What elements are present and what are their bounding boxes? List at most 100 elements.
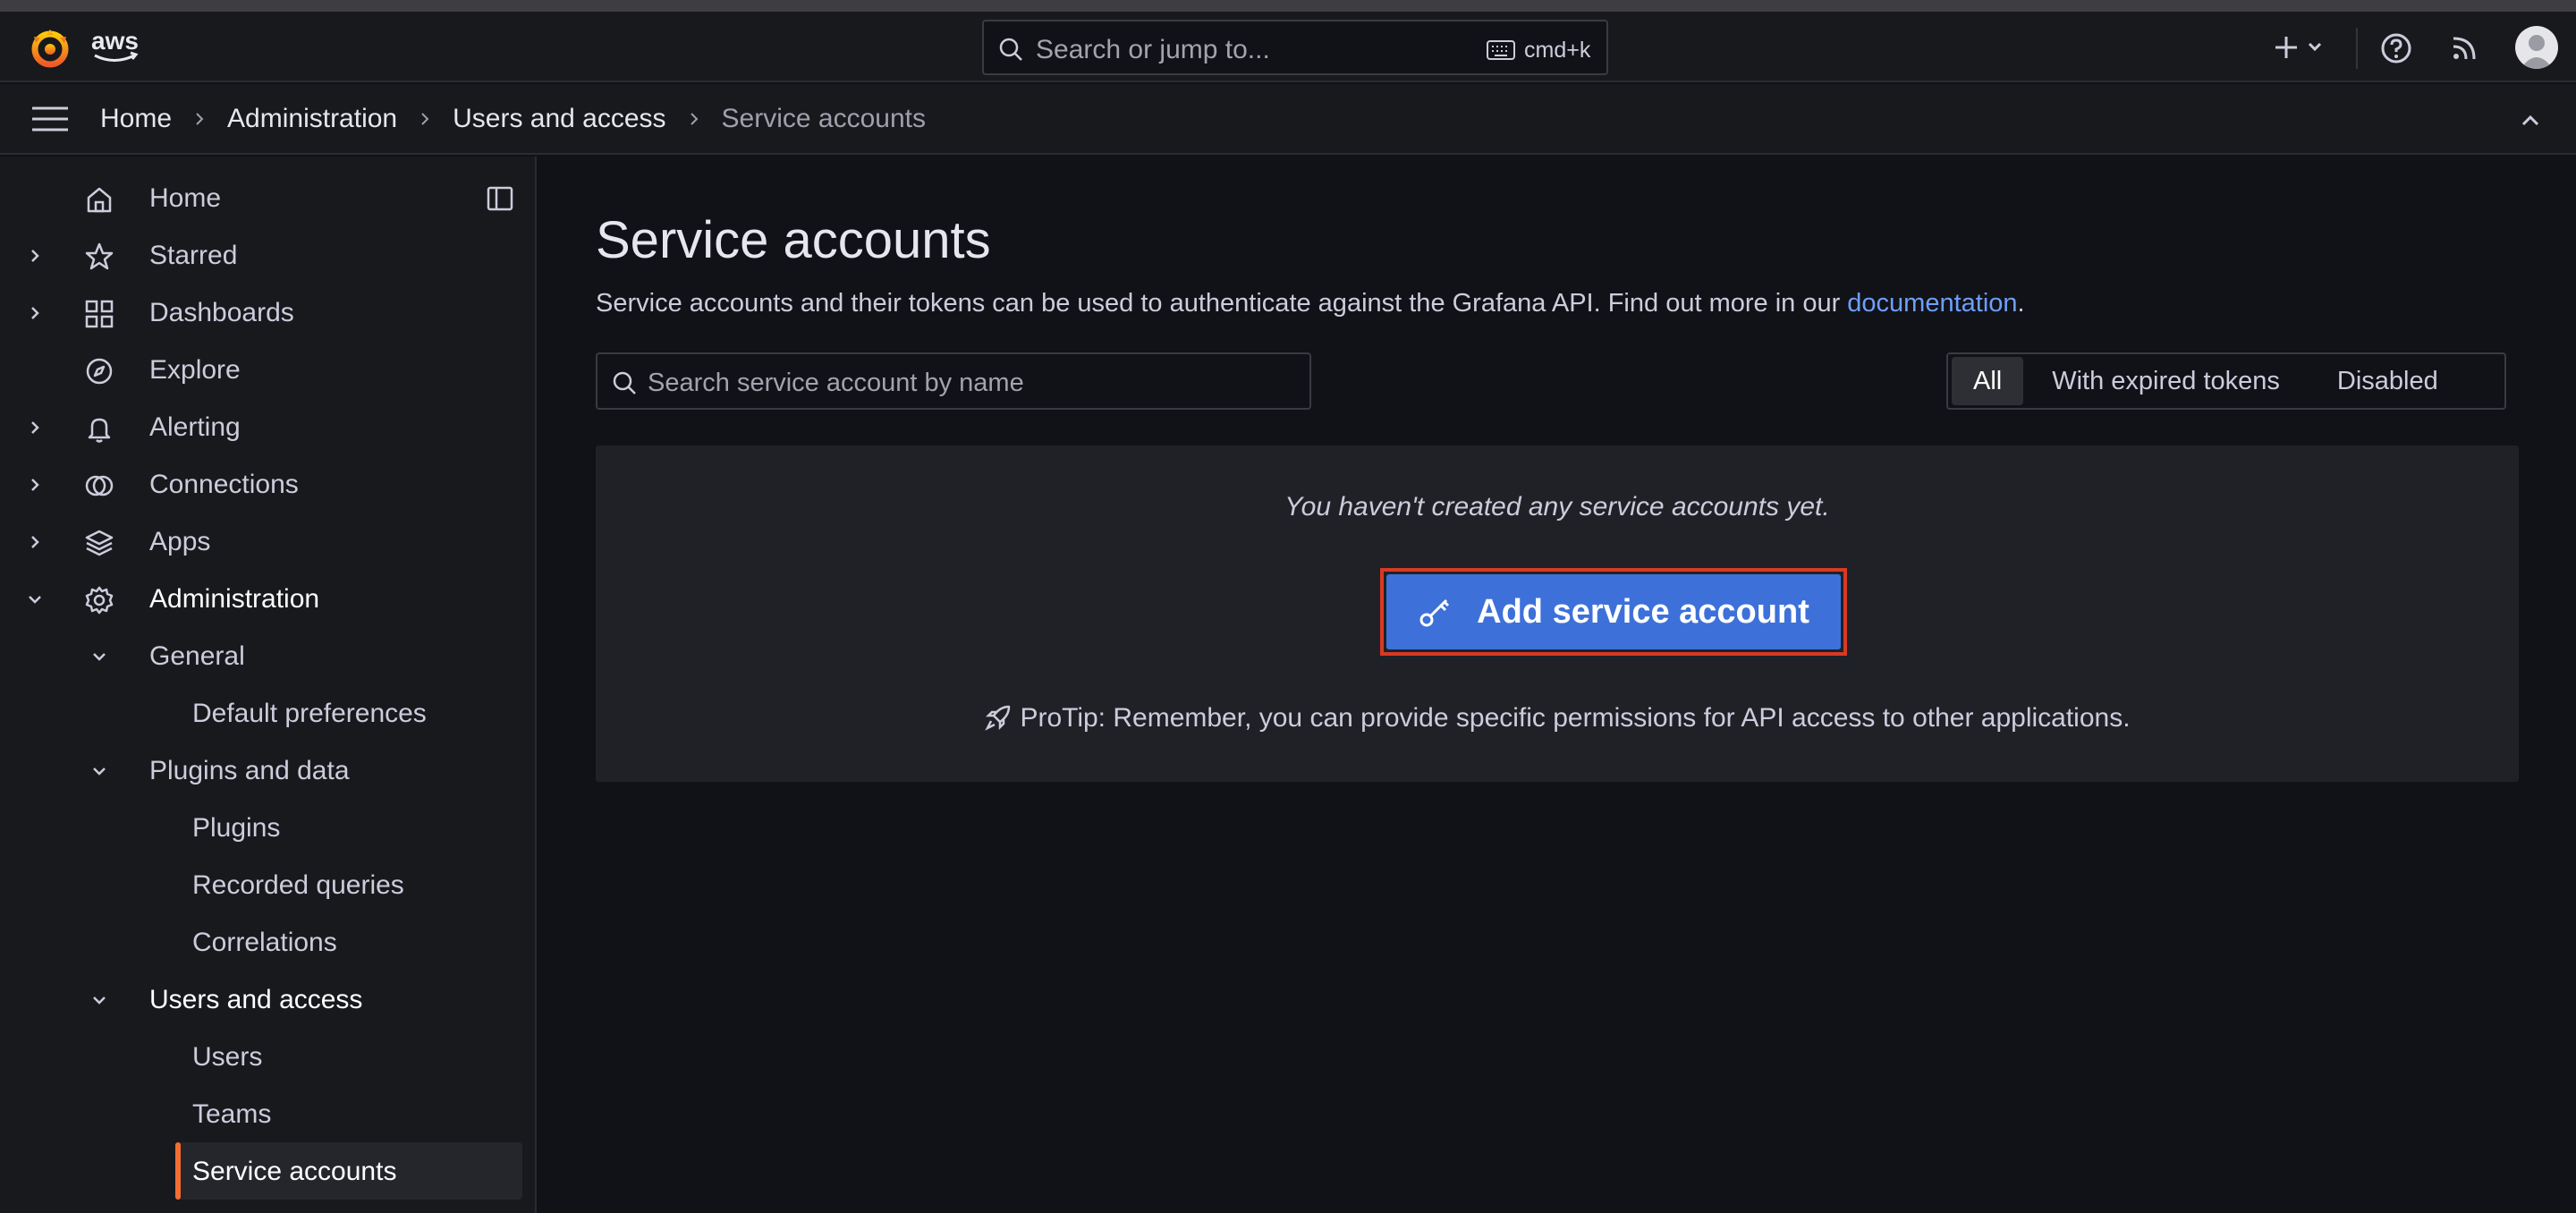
- top-bar: aws Search or jump to... cmd+k: [0, 12, 2576, 82]
- cog-icon: [85, 586, 114, 615]
- sidebar-item-label: Users: [192, 1042, 263, 1072]
- star-icon: [85, 242, 114, 270]
- sidebar-item-plugins[interactable]: Plugins: [0, 802, 535, 852]
- key-icon: [1419, 598, 1450, 627]
- sidebar-item-label: Default preferences: [192, 699, 427, 728]
- filter-disabled[interactable]: Disabled: [2309, 357, 2467, 405]
- plus-icon: [2275, 37, 2297, 58]
- sidebar-item-label: General: [149, 641, 245, 671]
- aws-logo-icon: aws: [91, 28, 139, 62]
- grafana-logo-icon[interactable]: [27, 24, 73, 71]
- sidebar-item-label: Explore: [149, 355, 241, 385]
- apps-grid-icon: [85, 300, 114, 328]
- sidebar-item-home[interactable]: Home: [0, 173, 535, 223]
- sidebar-item-dashboards[interactable]: Dashboards: [0, 287, 535, 337]
- empty-state: You haven't created any service accounts…: [596, 445, 2519, 782]
- page-description-suffix: .: [2017, 289, 2025, 318]
- sidebar-item-service-accounts[interactable]: Service accounts: [175, 1142, 522, 1200]
- search-shortcut-hint: cmd+k: [1524, 38, 1591, 63]
- sidebar-item-label: Users and access: [149, 985, 363, 1014]
- add-service-account-button-highlight: Add service account: [1380, 568, 1847, 656]
- breadcrumb-home[interactable]: Home: [100, 104, 172, 134]
- breadcrumb-administration[interactable]: Administration: [227, 104, 397, 134]
- sidebar-item-label: Correlations: [192, 928, 337, 957]
- service-account-search-placeholder: Search service account by name: [648, 369, 1024, 397]
- add-service-account-button[interactable]: Add service account: [1386, 574, 1841, 649]
- sidebar-item-users[interactable]: Users: [0, 1031, 535, 1082]
- breadcrumb-bar: Home Administration Users and access Ser…: [0, 84, 2576, 155]
- sidebar-item-starred[interactable]: Starred: [0, 230, 535, 280]
- sidebar-item-apps[interactable]: Apps: [0, 516, 535, 566]
- empty-state-message: You haven't created any service accounts…: [1284, 492, 1830, 522]
- search-icon: [613, 371, 636, 394]
- chevron-right-icon[interactable]: [25, 246, 45, 266]
- protip: ProTip: Remember, you can provide specif…: [596, 703, 2519, 734]
- bell-icon: [88, 418, 111, 443]
- sidebar-item-label: Recorded queries: [192, 870, 404, 900]
- page-description-text: Service accounts and their tokens can be…: [596, 289, 1848, 318]
- sidebar-item-label: Teams: [192, 1099, 272, 1129]
- sidebar-item-label: Dashboards: [149, 298, 294, 327]
- window-top-strip: [0, 0, 2576, 12]
- sidebar-item-connections[interactable]: Connections: [0, 459, 535, 509]
- chevron-up-icon[interactable]: [2517, 107, 2544, 134]
- sidebar-item-label: Service accounts: [192, 1157, 397, 1186]
- chevron-right-icon[interactable]: [25, 475, 45, 495]
- sidebar-item-users-and-access[interactable]: Users and access: [0, 974, 535, 1024]
- sidebar-item-teams[interactable]: Teams: [0, 1089, 535, 1139]
- compass-icon: [86, 358, 113, 385]
- layers-icon: [85, 530, 114, 556]
- filter-with-expired-tokens[interactable]: With expired tokens: [2023, 357, 2309, 405]
- main-content: Service accounts Service accounts and th…: [538, 157, 2576, 1213]
- new-dropdown-button[interactable]: [2270, 30, 2333, 65]
- sidebar: Home Starred Dashboards Explore Alerting…: [0, 157, 537, 1213]
- breadcrumb-service-accounts: Service accounts: [721, 104, 926, 133]
- sidebar-item-label: Alerting: [149, 412, 241, 442]
- breadcrumb-users-and-access[interactable]: Users and access: [453, 104, 665, 134]
- user-avatar[interactable]: [2515, 26, 2558, 69]
- menu-icon[interactable]: [32, 106, 68, 132]
- chevron-down-icon[interactable]: [89, 761, 109, 781]
- global-search-input[interactable]: Search or jump to... cmd+k: [982, 20, 1608, 75]
- chevron-down-icon[interactable]: [89, 990, 109, 1010]
- active-indicator: [175, 1142, 181, 1200]
- sidebar-item-general[interactable]: General: [0, 631, 535, 681]
- search-icon: [999, 38, 1022, 61]
- chevron-down-icon[interactable]: [25, 590, 45, 609]
- sidebar-item-label: Plugins: [192, 813, 281, 843]
- rocket-icon: [985, 705, 1011, 731]
- toolbar-divider: [2356, 28, 2358, 69]
- sidebar-item-label: Apps: [149, 527, 211, 556]
- chevron-right-icon[interactable]: [25, 303, 45, 323]
- chevron-right-icon[interactable]: [25, 532, 45, 552]
- link-circles-icon: [85, 475, 114, 496]
- sidebar-item-alerting[interactable]: Alerting: [0, 402, 535, 452]
- sidebar-item-label: Administration: [149, 584, 320, 614]
- sidebar-item-plugins-and-data[interactable]: Plugins and data: [0, 745, 535, 795]
- sidebar-item-administration[interactable]: Administration: [0, 573, 535, 623]
- sidebar-item-label: Starred: [149, 241, 238, 270]
- sidebar-item-default-preferences[interactable]: Default preferences: [0, 688, 535, 738]
- global-search-placeholder: Search or jump to...: [1036, 35, 1270, 64]
- page-title: Service accounts: [596, 211, 991, 269]
- service-account-search-input[interactable]: Search service account by name: [596, 352, 1311, 410]
- sidebar-item-explore[interactable]: Explore: [0, 344, 535, 394]
- sidebar-item-correlations[interactable]: Correlations: [0, 917, 535, 967]
- keyboard-icon: [1487, 40, 1515, 60]
- brand-text: aws: [91, 28, 139, 55]
- chevron-right-icon: [690, 113, 698, 125]
- help-icon[interactable]: [2379, 31, 2413, 65]
- filter-radio-group: All With expired tokens Disabled: [1946, 352, 2506, 410]
- page-description: Service accounts and their tokens can be…: [596, 289, 2025, 318]
- user-icon: [2521, 35, 2553, 69]
- breadcrumb: Home Administration Users and access Ser…: [100, 104, 926, 134]
- add-service-account-label: Add service account: [1477, 592, 1809, 631]
- chevron-down-icon[interactable]: [89, 647, 109, 666]
- news-feed-icon[interactable]: [2449, 31, 2481, 64]
- filter-all[interactable]: All: [1952, 357, 2024, 405]
- sidebar-item-recorded-queries[interactable]: Recorded queries: [0, 860, 535, 910]
- sidebar-item-label: Plugins and data: [149, 756, 350, 785]
- documentation-link[interactable]: documentation: [1847, 289, 2017, 318]
- chevron-right-icon[interactable]: [25, 418, 45, 437]
- sidebar-item-label: Connections: [149, 470, 299, 499]
